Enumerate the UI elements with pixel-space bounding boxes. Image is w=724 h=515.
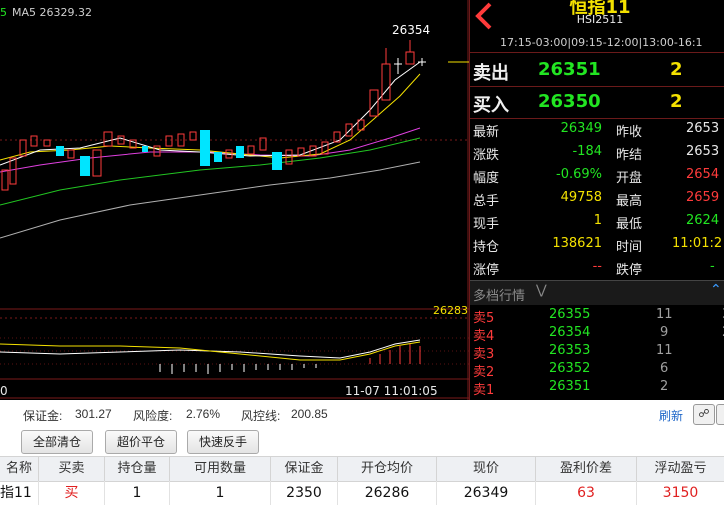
ma5-label: MA5 26329.32 <box>12 6 92 19</box>
quote-panel: 恒指11 HSI2511 17:15-03:00|09:15-12:00|13:… <box>469 0 724 400</box>
col-header-float-pnl[interactable]: 浮动盈亏 <box>637 456 724 482</box>
control-label: 风控线: <box>241 409 281 423</box>
depth-title: 多档行情 <box>473 289 526 304</box>
col-header-name[interactable]: 名称 <box>0 456 39 482</box>
chevron-left-icon <box>475 2 492 30</box>
quick-reverse-button[interactable]: 快速反手 <box>187 430 259 454</box>
depth-row[interactable]: 卖2 26352 6 <box>470 360 724 380</box>
chevron-up-icon[interactable]: ⌃ <box>710 282 722 298</box>
peak-price-label: 26354 <box>392 23 431 37</box>
col-header-position[interactable]: 持仓量 <box>105 456 170 482</box>
ma-period: 5 <box>0 6 7 19</box>
candles <box>1 40 426 191</box>
kline-chart[interactable]: 5 MA5 26329.32 26354 26283 11-07 11:01:0… <box>0 0 469 400</box>
quote-row-open-interest: 持仓 138621 时间 11:01:2 <box>473 236 723 255</box>
close-all-button[interactable]: 全部清仓 <box>21 430 93 454</box>
sell-label: 卖出 <box>473 63 509 84</box>
trading-sessions: 17:15-03:00|09:15-12:00|13:00-16:1 <box>500 36 703 49</box>
sell-qty: 2 <box>670 59 683 80</box>
double-chevron-down-icon: ⋁ <box>536 283 547 298</box>
lock-icon[interactable]: ☍ <box>693 404 715 425</box>
macd-line-white <box>0 339 421 359</box>
margin-value: 301.27 <box>75 407 112 421</box>
account-summary: 保证金: 301.27 风险度: 2.76% 风控线: 200.85 刷新 ☍ <box>0 400 724 428</box>
depth-row[interactable]: 卖5 26355 11 3 <box>470 306 724 326</box>
settings-button[interactable] <box>716 404 724 425</box>
level-price-label: 26283 <box>433 304 468 317</box>
col-header-side[interactable]: 买卖 <box>39 456 105 482</box>
time-axis-label: 11-07 11:01:05 <box>345 384 438 398</box>
sell-row[interactable]: 卖出 26351 2 <box>470 54 724 86</box>
quote-row-change: 涨跌 -184 昨结 2653 <box>473 144 720 163</box>
col-header-open-avg[interactable]: 开仓均价 <box>338 456 437 482</box>
account-panel: 保证金: 301.27 风险度: 2.76% 风控线: 200.85 刷新 ☍ … <box>0 400 724 515</box>
buy-qty: 2 <box>670 91 683 112</box>
buy-price: 26350 <box>538 91 601 112</box>
buy-label: 买入 <box>473 95 509 116</box>
buy-row[interactable]: 买入 26350 2 <box>470 86 724 118</box>
ma-line-gray <box>0 161 421 239</box>
macd-bars <box>159 364 317 374</box>
risk-value: 2.76% <box>186 407 221 421</box>
axis-zero-label: 0 <box>0 384 8 398</box>
super-price-close-button[interactable]: 超价平仓 <box>105 430 177 454</box>
depth-row[interactable]: 卖1 26351 2 <box>470 378 724 398</box>
macd-bars-red <box>369 344 421 364</box>
control-value: 200.85 <box>291 407 328 421</box>
sell-price: 26351 <box>538 59 601 80</box>
depth-header[interactable]: 多档行情 ⋁ ⌃ <box>470 280 724 305</box>
quote-row-current-hand: 现手 1 最低 2624 <box>473 213 720 232</box>
contract-code: HSI2511 <box>576 13 624 26</box>
kline-svg <box>0 0 469 400</box>
quote-row-last: 最新 26349 昨收 2653 <box>473 121 720 140</box>
quote-row-pct: 幅度 -0.69% 开盘 2654 <box>473 167 720 186</box>
quote-row-limit: 涨停 -- 跌停 - <box>473 259 715 278</box>
margin-label: 保证金: <box>23 409 63 423</box>
quote-row-volume: 总手 49758 最高 2659 <box>473 190 720 209</box>
refresh-link[interactable]: 刷新 <box>659 407 683 424</box>
col-header-margin[interactable]: 保证金 <box>271 456 338 482</box>
depth-row[interactable]: 卖4 26354 9 2 <box>470 324 724 344</box>
depth-row[interactable]: 卖3 26353 11 <box>470 342 724 362</box>
risk-label: 风险度: <box>133 409 173 423</box>
col-header-current[interactable]: 现价 <box>437 456 536 482</box>
col-header-profit-diff[interactable]: 盈利价差 <box>536 456 637 482</box>
col-header-available[interactable]: 可用数量 <box>170 456 271 482</box>
prev-contract-button[interactable] <box>470 0 500 32</box>
